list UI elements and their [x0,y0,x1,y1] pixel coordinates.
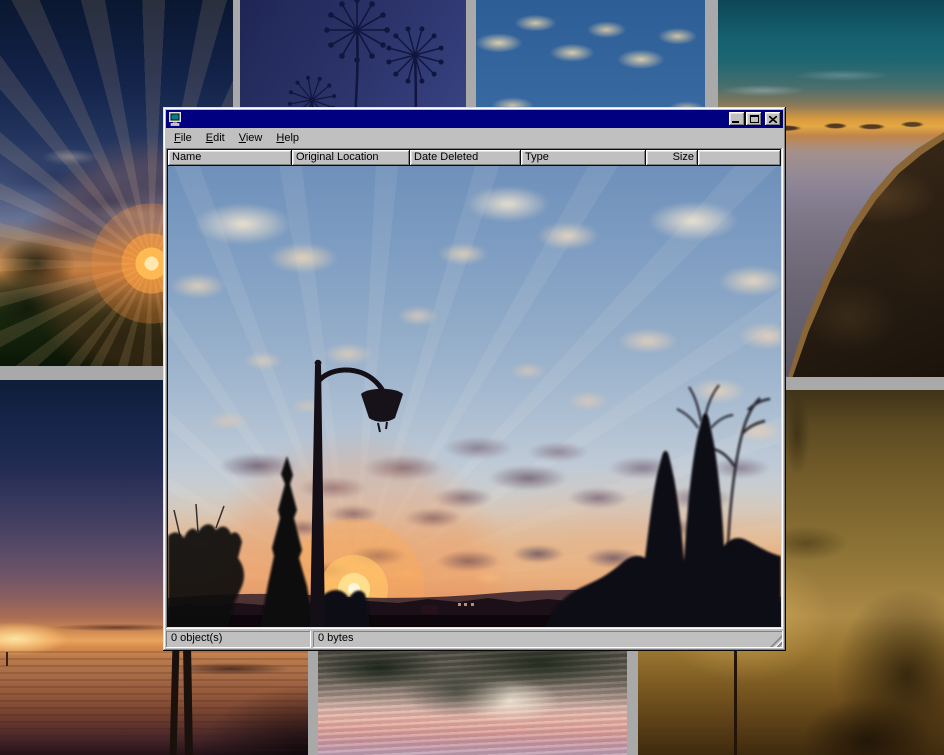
list-view: Name Original Location Date Deleted Type… [166,148,783,629]
menu-view[interactable]: View [232,130,270,147]
minimize-icon [732,121,739,123]
status-object-count: 0 object(s) [166,631,311,648]
status-size: 0 bytes [313,631,783,648]
menu-file[interactable]: File [167,130,199,147]
column-header-original-location[interactable]: Original Location [292,150,410,166]
column-header-row: Name Original Location Date Deleted Type… [168,150,781,166]
close-button[interactable] [765,112,781,126]
maximize-button[interactable] [746,112,762,126]
desktop: { "colors": { "titlebar": "#000080", "ch… [0,0,944,755]
recycle-bin-window: File Edit View Help Name Original Locati… [163,107,786,651]
column-header-type[interactable]: Type [521,150,646,166]
menu-help[interactable]: Help [269,130,306,147]
column-header-filler [698,150,781,166]
content-area-sunset-photo[interactable] [168,166,781,627]
column-header-name[interactable]: Name [168,150,292,166]
title-bar[interactable] [166,110,783,128]
column-header-date-deleted[interactable]: Date Deleted [410,150,521,166]
menu-edit[interactable]: Edit [199,130,232,147]
silhouettes [168,166,781,627]
status-bar: 0 object(s) 0 bytes [166,631,783,648]
menu-bar: File Edit View Help [166,128,783,148]
thin-pole [734,650,737,755]
water-streaks [0,646,308,755]
minimize-button[interactable] [729,112,745,126]
computer-icon[interactable] [168,112,184,126]
maximize-icon [750,115,759,123]
column-header-size[interactable]: Size [646,150,698,166]
list-view-inner: Name Original Location Date Deleted Type… [168,150,781,627]
water-pole-far [6,652,8,666]
close-icon [769,116,777,123]
wallpaper-photo-water-reflections [318,643,627,755]
